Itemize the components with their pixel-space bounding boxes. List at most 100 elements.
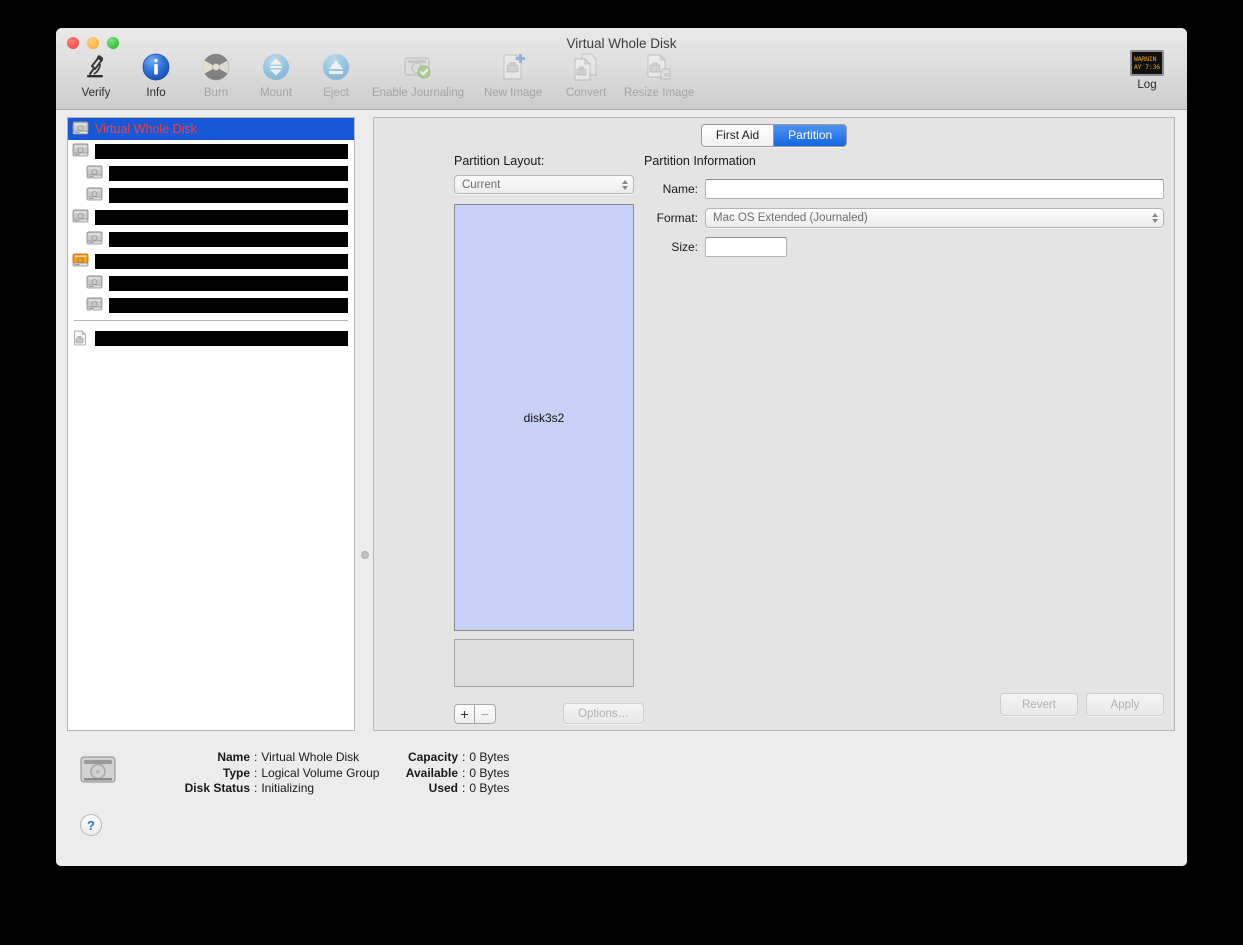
toolbar-item-new-image[interactable]: New Image <box>470 50 556 99</box>
toolbar-item-burn[interactable]: Burn <box>186 50 246 99</box>
info-value: Initializing <box>261 781 315 795</box>
resize-image-icon <box>642 50 676 84</box>
info-circle-icon <box>139 50 173 84</box>
disk-utility-window: Virtual Whole Disk Verify Info Burn Moun… <box>56 28 1187 866</box>
add-partition-button[interactable]: + <box>454 703 475 724</box>
partition-layout-column: Partition Layout: Current disk3s2 + − Op… <box>454 154 645 724</box>
hard-disk-orange-icon <box>72 253 90 269</box>
size-input[interactable] <box>705 237 787 257</box>
toolbar-label: Log <box>1137 79 1157 91</box>
info-value: Logical Volume Group <box>261 765 380 780</box>
window-title: Virtual Whole Disk <box>566 36 677 51</box>
main-pane: First Aid Partition Partition Layout: Cu… <box>373 117 1175 731</box>
volume-icon <box>86 297 104 313</box>
size-field-row: Size: <box>644 237 1164 257</box>
redacted-label <box>109 231 348 247</box>
toolbar-item-info[interactable]: Info <box>126 50 186 99</box>
tab-first-aid[interactable]: First Aid <box>701 125 774 146</box>
titlebar: Virtual Whole Disk Verify Info Burn Moun… <box>56 28 1187 110</box>
size-label: Size: <box>671 240 698 254</box>
info-value: 0 Bytes <box>469 765 510 780</box>
sidebar-item[interactable]: Virtual Whole Disk <box>68 118 354 140</box>
partition-layout-buttons: + − Options… <box>454 703 645 724</box>
revert-button[interactable]: Revert <box>1000 693 1078 716</box>
new-image-icon <box>496 50 530 84</box>
add-remove-partition-control[interactable]: + − <box>454 703 496 724</box>
log-screen-line-1: WARNIN <box>1134 55 1157 63</box>
info-key: Disk Status <box>184 781 250 795</box>
tab-partition[interactable]: Partition <box>773 125 847 146</box>
info-separator: : <box>462 750 466 764</box>
info-separator: : <box>254 781 258 795</box>
sidebar-item[interactable] <box>68 250 354 272</box>
device-list: Virtual Whole Disk <box>68 118 354 316</box>
sidebar-item[interactable] <box>68 272 354 294</box>
toolbar-item-convert[interactable]: Convert <box>556 50 616 99</box>
format-popup[interactable]: Mac OS Extended (Journaled) <box>705 208 1164 228</box>
toolbar: Verify Info Burn Mount Eject Enable Jour… <box>66 50 702 99</box>
volume-icon <box>86 231 104 247</box>
convert-image-icon <box>569 50 603 84</box>
device-sidebar[interactable]: Virtual Whole Disk <box>67 117 355 731</box>
microscope-icon <box>79 50 113 84</box>
toolbar-item-log[interactable]: WARNIN AY 7:36 Log <box>1119 50 1175 91</box>
toolbar-label: Eject <box>323 87 349 99</box>
log-screen-icon: WARNIN AY 7:36 <box>1130 50 1164 76</box>
hard-disk-icon <box>72 209 90 225</box>
sidebar-item[interactable] <box>68 162 354 184</box>
journaling-disk-check-icon <box>401 50 435 84</box>
partition-scheme-popup[interactable]: Current <box>454 175 634 194</box>
sidebar-item[interactable] <box>68 228 354 250</box>
info-key: Type <box>222 765 250 780</box>
info-value: 0 Bytes <box>469 750 510 764</box>
action-buttons: Revert Apply <box>1000 693 1164 716</box>
info-row: Name: Virtual Whole Disk <box>166 750 379 765</box>
info-key: Capacity <box>407 750 458 764</box>
name-input[interactable] <box>705 179 1164 199</box>
tab-bar: First Aid Partition <box>374 124 1174 147</box>
name-label: Name: <box>662 182 698 196</box>
remove-partition-button[interactable]: − <box>475 703 496 724</box>
help-button[interactable]: ? <box>80 814 102 836</box>
sidebar-item[interactable] <box>68 294 354 316</box>
sidebar-item[interactable] <box>68 140 354 162</box>
toolbar-label: Burn <box>203 87 229 99</box>
eject-icon <box>319 50 353 84</box>
partition-pane: Partition Layout: Current disk3s2 + − Op… <box>374 154 1174 730</box>
info-value: Virtual Whole Disk <box>261 750 360 764</box>
sidebar-item-label: Virtual Whole Disk <box>95 122 197 136</box>
toolbar-label: Enable Journaling <box>372 87 465 99</box>
volume-icon <box>86 187 104 203</box>
toolbar-label: Verify <box>81 87 111 99</box>
toolbar-item-mount[interactable]: Mount <box>246 50 306 99</box>
toolbar-item-enable-journaling[interactable]: Enable Journaling <box>366 50 470 99</box>
partition-free-space-area <box>454 639 634 687</box>
toolbar-label: Info <box>146 87 166 99</box>
sidebar-splitter-handle[interactable] <box>361 551 369 559</box>
redacted-label <box>109 187 348 203</box>
disk-image-list <box>68 327 354 349</box>
options-button[interactable]: Options… <box>563 703 645 724</box>
sidebar-divider <box>74 320 348 321</box>
partition-scheme-value: Current <box>462 178 501 191</box>
hard-disk-icon <box>72 121 90 137</box>
partition-map[interactable]: disk3s2 <box>454 204 634 631</box>
sidebar-item[interactable] <box>68 184 354 206</box>
info-row: Capacity:0 Bytes <box>386 750 509 765</box>
disk-info-right: Capacity:0 Bytes Available:0 Bytes Used:0 … <box>386 750 510 797</box>
format-label: Format: <box>656 211 698 225</box>
partition-block-label: disk3s2 <box>523 410 565 425</box>
info-separator: : <box>462 765 466 780</box>
sidebar-item[interactable] <box>68 206 354 228</box>
info-value: 0 Bytes <box>469 781 510 795</box>
toolbar-item-verify[interactable]: Verify <box>66 50 126 99</box>
info-separator: : <box>462 781 466 795</box>
tab-segmented-control[interactable]: First Aid Partition <box>700 124 848 147</box>
redacted-label <box>95 253 348 269</box>
sidebar-item[interactable] <box>68 327 354 349</box>
toolbar-item-resize-image[interactable]: Resize Image <box>616 50 702 99</box>
toolbar-item-eject[interactable]: Eject <box>306 50 366 99</box>
apply-button[interactable]: Apply <box>1086 693 1164 716</box>
window-body: Virtual Whole Disk First Aid Partition P… <box>56 110 1187 866</box>
info-separator: : <box>254 765 258 780</box>
